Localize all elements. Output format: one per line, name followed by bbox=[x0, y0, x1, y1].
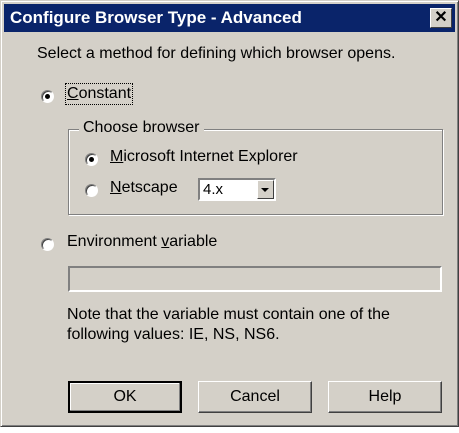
netscape-radio[interactable] bbox=[85, 184, 98, 197]
note-line-2: following values: IE, NS, NS6. bbox=[67, 326, 280, 343]
environment-label[interactable]: Environment variable bbox=[67, 233, 217, 251]
choose-browser-label: Choose browser bbox=[79, 119, 204, 137]
close-button[interactable]: ✕ bbox=[430, 8, 452, 28]
netscape-label[interactable]: Netscape bbox=[110, 179, 178, 197]
constant-label[interactable]: Constant bbox=[64, 83, 134, 105]
version-value: 4.x bbox=[203, 181, 224, 198]
netscape-version-select[interactable]: 4.x bbox=[198, 178, 276, 201]
ie-label[interactable]: Microsoft Internet Explorer bbox=[110, 148, 298, 166]
constant-label-rest: onstant bbox=[78, 85, 132, 102]
netscape-label-rest: etscape bbox=[121, 179, 178, 196]
environment-variable-field bbox=[68, 266, 442, 292]
note-line-1: Note that the variable must contain one … bbox=[67, 306, 390, 323]
constant-mnemonic: C bbox=[67, 85, 79, 102]
environment-label-rest: ariable bbox=[169, 233, 218, 250]
help-button[interactable]: Help bbox=[328, 381, 442, 413]
environment-radio[interactable] bbox=[41, 238, 54, 251]
netscape-mnemonic: N bbox=[110, 179, 122, 196]
ie-mnemonic: M bbox=[110, 148, 124, 165]
close-icon: ✕ bbox=[434, 9, 448, 26]
ie-label-rest: icrosoft Internet Explorer bbox=[123, 148, 298, 165]
intro-text: Select a method for defining which brows… bbox=[37, 45, 396, 62]
environment-label-prefix: Environment bbox=[67, 233, 162, 250]
cancel-button[interactable]: Cancel bbox=[198, 381, 312, 413]
window-title: Configure Browser Type - Advanced bbox=[10, 8, 302, 27]
constant-radio[interactable] bbox=[41, 90, 54, 103]
choose-browser-group bbox=[68, 129, 443, 215]
ok-button[interactable]: OK bbox=[68, 381, 182, 413]
chevron-down-icon[interactable] bbox=[257, 180, 274, 199]
title-bar[interactable]: Configure Browser Type - Advanced ✕ bbox=[4, 4, 455, 32]
dialog-window: Configure Browser Type - Advanced ✕ Sele… bbox=[0, 0, 459, 427]
ie-radio[interactable] bbox=[85, 153, 98, 166]
